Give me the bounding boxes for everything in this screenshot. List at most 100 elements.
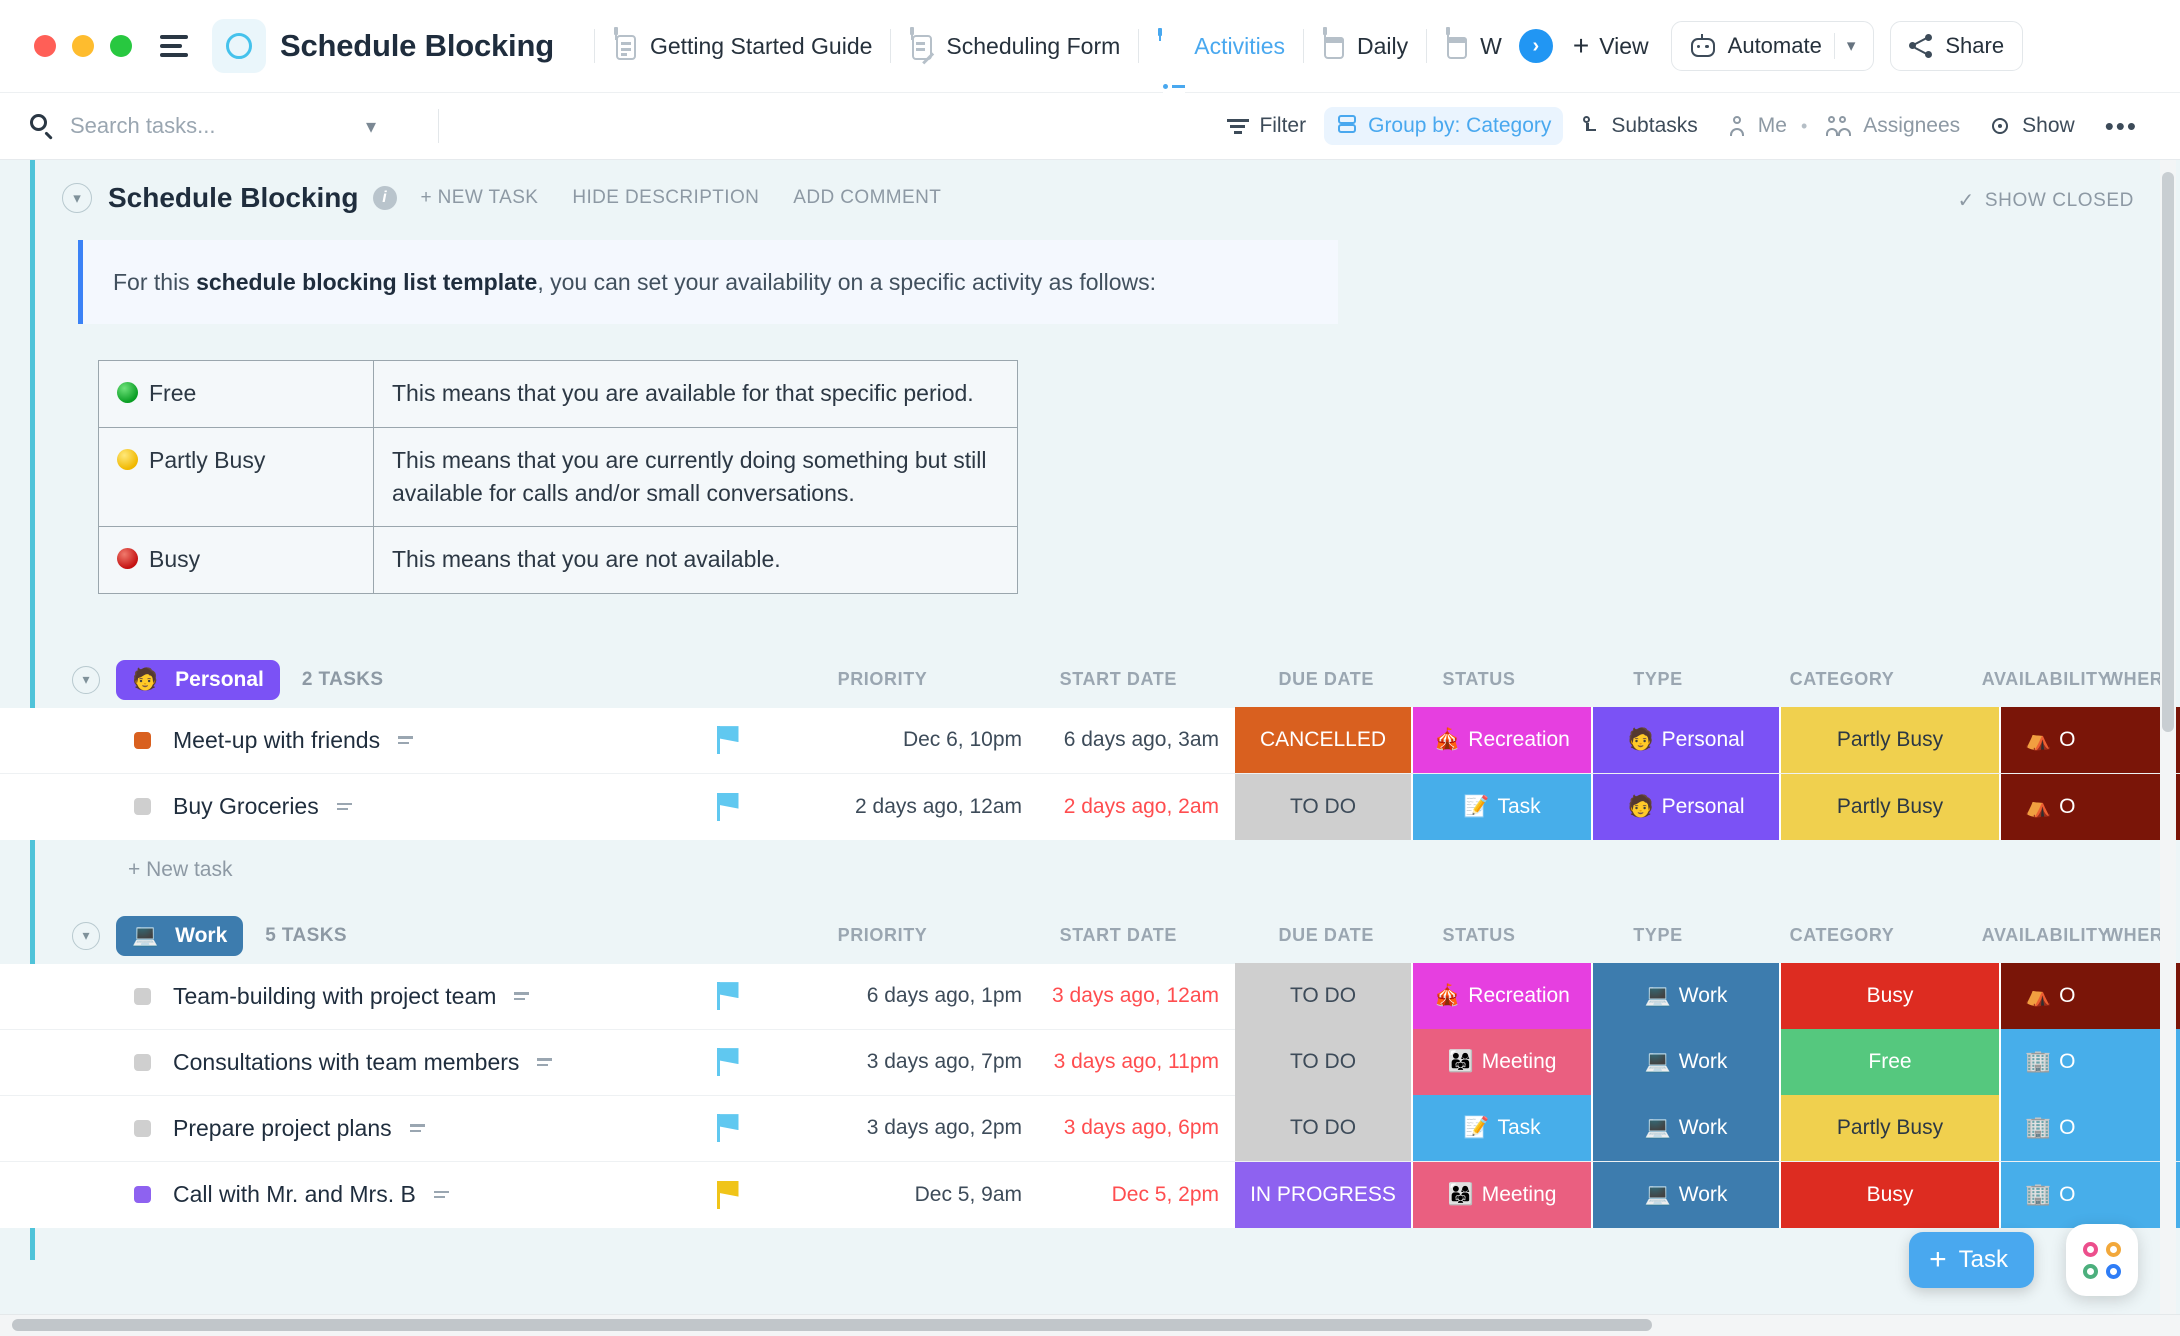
tab-activities[interactable]: Activities (1157, 28, 1285, 119)
where-cell[interactable]: ⛺ O (2001, 773, 2180, 840)
priority-cell[interactable] (640, 1029, 815, 1095)
close-window-button[interactable] (34, 35, 56, 57)
assignees-button[interactable]: Assignees (1815, 107, 1972, 145)
due-date-cell[interactable]: 2 days ago, 2am (1030, 774, 1235, 840)
more-options-button[interactable]: ••• (2093, 112, 2150, 139)
start-date-cell[interactable]: Dec 5, 9am (815, 1162, 1030, 1228)
add-new-task-personal[interactable]: + New task (0, 840, 2180, 900)
type-cell[interactable]: 🎪 Recreation (1413, 707, 1593, 774)
column-header-type[interactable]: TYPE (1568, 908, 1748, 964)
status-cell[interactable]: TO DO (1235, 1029, 1413, 1096)
task-name-cell[interactable]: Team-building with project team (0, 963, 640, 1029)
status-cell[interactable]: IN PROGRESS (1235, 1161, 1413, 1228)
column-header-due-date[interactable]: DUE DATE (1185, 652, 1390, 708)
priority-cell[interactable] (640, 1095, 815, 1161)
where-cell[interactable]: ⛺ O (2001, 963, 2180, 1030)
minimize-window-button[interactable] (72, 35, 94, 57)
status-cell[interactable]: TO DO (1235, 963, 1413, 1030)
due-date-cell[interactable]: Dec 5, 2pm (1030, 1162, 1235, 1228)
category-cell[interactable]: 🧑 Personal (1593, 773, 1781, 840)
column-header-start-date[interactable]: START DATE (970, 908, 1185, 964)
table-row[interactable]: Prepare project plans 3 days ago, 2pm 3 … (0, 1095, 2180, 1162)
me-filter-button[interactable]: Me (1716, 107, 1799, 145)
start-date-cell[interactable]: 6 days ago, 1pm (815, 963, 1030, 1029)
chevron-right-icon[interactable]: › (1518, 29, 1553, 63)
type-cell[interactable]: 👨‍👩‍👧 Meeting (1413, 1029, 1593, 1096)
add-view-button[interactable]: + View (1573, 32, 1649, 60)
status-cell[interactable]: TO DO (1235, 773, 1413, 840)
task-name-cell[interactable]: Consultations with team members (0, 1029, 640, 1095)
where-cell[interactable]: ⛺ O (2001, 707, 2180, 774)
priority-cell[interactable] (640, 774, 815, 840)
info-icon[interactable]: i (372, 186, 397, 210)
type-cell[interactable]: 📝 Task (1413, 773, 1593, 840)
status-indicator[interactable] (134, 1119, 151, 1137)
task-name-cell[interactable]: Buy Groceries (0, 774, 640, 840)
collapse-list-icon[interactable]: ▾ (62, 183, 92, 213)
status-cell[interactable]: CANCELLED (1235, 707, 1413, 774)
tab-getting-started-guide[interactable]: Getting Started Guide (613, 27, 872, 61)
status-cell[interactable]: TO DO (1235, 1095, 1413, 1162)
search-box[interactable]: ▾ (30, 113, 420, 140)
priority-cell[interactable] (640, 963, 815, 1029)
priority-cell[interactable] (640, 1162, 815, 1228)
new-task-fab[interactable]: + Task (1909, 1232, 2034, 1288)
column-header-category[interactable]: CATEGORY (1748, 652, 1936, 708)
column-header-due-date[interactable]: DUE DATE (1185, 908, 1390, 964)
start-date-cell[interactable]: 2 days ago, 12am (815, 774, 1030, 840)
search-input[interactable] (70, 113, 350, 139)
apps-grid-fab[interactable] (2066, 1224, 2138, 1296)
table-row[interactable]: Team-building with project team 6 days a… (0, 963, 2180, 1030)
column-header-status[interactable]: STATUS (1390, 652, 1568, 708)
start-date-cell[interactable]: 3 days ago, 7pm (815, 1029, 1030, 1095)
table-row[interactable]: Buy Groceries 2 days ago, 12am 2 days ag… (0, 773, 2180, 840)
tab-daily[interactable]: Daily (1322, 27, 1408, 61)
subtasks-button[interactable]: Subtasks (1569, 107, 1709, 145)
column-header-status[interactable]: STATUS (1390, 908, 1568, 964)
column-header-start-date[interactable]: START DATE (970, 652, 1185, 708)
filter-button[interactable]: Filter (1215, 107, 1318, 145)
availability-cell[interactable]: Partly Busy (1781, 1095, 2001, 1162)
vertical-scrollbar-thumb[interactable] (2162, 172, 2174, 732)
hide-description-action[interactable]: HIDE DESCRIPTION (572, 187, 759, 209)
due-date-cell[interactable]: 3 days ago, 11pm (1030, 1029, 1235, 1095)
category-cell[interactable]: 🧑 Personal (1593, 707, 1781, 774)
task-name-cell[interactable]: Prepare project plans (0, 1095, 640, 1161)
column-header-priority[interactable]: PRIORITY (795, 652, 970, 708)
status-indicator[interactable] (134, 987, 151, 1005)
availability-cell[interactable]: Partly Busy (1781, 773, 2001, 840)
task-name-cell[interactable]: Call with Mr. and Mrs. B (0, 1162, 640, 1228)
due-date-cell[interactable]: 3 days ago, 6pm (1030, 1095, 1235, 1161)
status-indicator[interactable] (134, 731, 151, 749)
menu-icon[interactable] (160, 35, 188, 57)
table-row[interactable]: Call with Mr. and Mrs. B Dec 5, 9am Dec … (0, 1161, 2180, 1228)
priority-cell[interactable] (640, 707, 815, 773)
type-cell[interactable]: 👨‍👩‍👧 Meeting (1413, 1161, 1593, 1228)
chevron-down-icon[interactable]: ▾ (1847, 36, 1856, 56)
category-cell[interactable]: 💻 Work (1593, 963, 1781, 1030)
tab-weekly[interactable]: W › (1445, 27, 1553, 63)
availability-cell[interactable]: Partly Busy (1781, 707, 2001, 774)
availability-cell[interactable]: Busy (1781, 1161, 2001, 1228)
start-date-cell[interactable]: Dec 6, 10pm (815, 707, 1030, 773)
status-indicator[interactable] (134, 798, 151, 816)
start-date-cell[interactable]: 3 days ago, 2pm (815, 1095, 1030, 1161)
availability-cell[interactable]: Busy (1781, 963, 2001, 1030)
add-comment-action[interactable]: ADD COMMENT (793, 187, 941, 209)
group-chip-personal[interactable]: 🧑 Personal (116, 659, 280, 700)
group-chip-work[interactable]: 💻 Work (116, 915, 244, 956)
show-button[interactable]: Show (1978, 107, 2087, 145)
collapse-group-icon[interactable]: ▾ (72, 665, 100, 694)
column-header-category[interactable]: CATEGORY (1748, 908, 1936, 964)
collapse-group-icon[interactable]: ▾ (72, 921, 100, 950)
where-cell[interactable]: 🏢 O (2001, 1161, 2180, 1228)
tab-scheduling-form[interactable]: Scheduling Form (909, 27, 1120, 64)
type-cell[interactable]: 🎪 Recreation (1413, 963, 1593, 1030)
type-cell[interactable]: 📝 Task (1413, 1095, 1593, 1162)
availability-cell[interactable]: Free (1781, 1029, 2001, 1096)
table-row[interactable]: Meet-up with friends Dec 6, 10pm 6 days … (0, 707, 2180, 774)
task-name-cell[interactable]: Meet-up with friends (0, 707, 640, 773)
column-header-priority[interactable]: PRIORITY (795, 908, 970, 964)
show-closed-button[interactable]: ✓ SHOW CLOSED (1958, 188, 2134, 213)
due-date-cell[interactable]: 3 days ago, 12am (1030, 963, 1235, 1029)
